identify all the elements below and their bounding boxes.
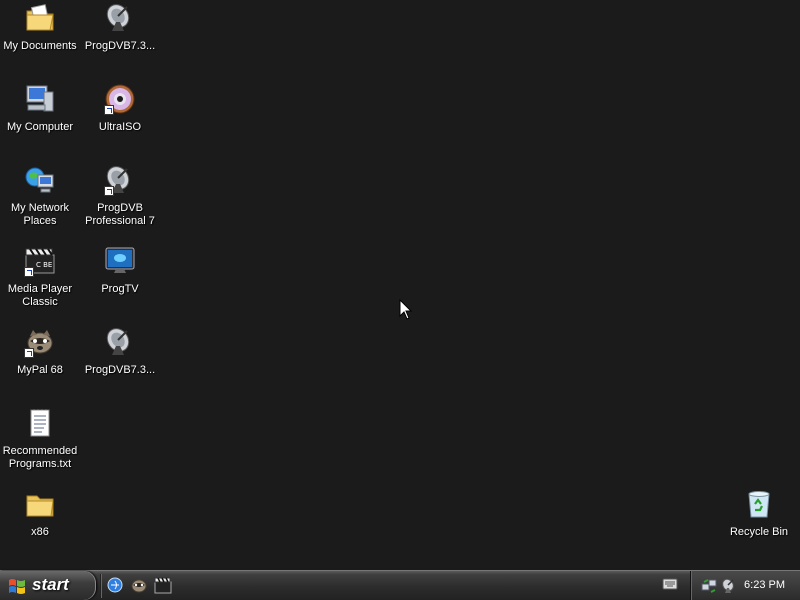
start-button[interactable]: start — [0, 571, 96, 600]
desktop-icon-mypal-68[interactable]: MyPal 68 — [0, 326, 80, 398]
text-file-icon — [30, 409, 50, 437]
desktop-icon-recommended-programs[interactable]: Recommended Programs.txt — [0, 407, 80, 479]
windows-flag-icon — [9, 579, 25, 594]
desktop-icon-ultraiso[interactable]: UltraISO — [80, 83, 160, 155]
computer-icon — [26, 85, 54, 112]
desktop-icon-media-player-classic[interactable]: C BE Media Player Classic — [0, 245, 80, 317]
shortcut-arrow-icon — [24, 348, 34, 358]
icon-label: My Documents — [3, 40, 77, 52]
icon-label: Media Player Classic — [7, 283, 73, 308]
clock[interactable]: 6:23 PM — [744, 579, 785, 591]
shortcut-arrow-icon — [104, 105, 114, 115]
desktop: My Documents My Computer My Network Plac… — [0, 0, 800, 570]
start-label: start — [32, 575, 69, 594]
keyboard-icon[interactable] — [662, 577, 678, 591]
taskbar-separator — [100, 574, 102, 598]
my-documents-folder-icon — [26, 4, 54, 31]
shortcut-arrow-icon — [104, 186, 114, 196]
desktop-icon-my-documents[interactable]: My Documents — [0, 2, 80, 74]
raccoon-icon[interactable] — [130, 576, 148, 594]
network-connection-icon[interactable] — [701, 578, 717, 594]
icon-label: ProgTV — [101, 283, 139, 295]
desktop-icon-progdvb-2[interactable]: ProgDVB7.3... — [80, 326, 160, 398]
desktop-icon-progtv[interactable]: ProgTV — [80, 245, 160, 317]
taskbar: start 6:23 PM — [0, 570, 800, 600]
icon-label: ProgDVB7.3... — [84, 364, 156, 376]
mouse-cursor-icon — [399, 299, 413, 320]
desktop-icon-x86[interactable]: x86 — [0, 488, 80, 560]
shortcut-arrow-icon — [24, 267, 34, 277]
desktop-icon-progdvb-1[interactable]: ProgDVB7.3... — [80, 2, 160, 74]
desktop-icon-progdvb-professional[interactable]: ProgDVB Professional 7 — [80, 164, 160, 236]
desktop-icon-my-network-places[interactable]: My Network Places — [0, 164, 80, 236]
icon-label: Recycle Bin — [729, 526, 789, 538]
system-tray: 6:23 PM — [690, 571, 800, 600]
desktop-icon-recycle-bin[interactable]: Recycle Bin — [719, 488, 799, 560]
icon-label: ProgDVB Professional 7 — [85, 202, 155, 227]
desktop-icon-my-computer[interactable]: My Computer — [0, 83, 80, 155]
icon-label: Recommended Programs.txt — [2, 445, 78, 470]
recycle-bin-icon — [748, 491, 770, 518]
icon-label: My Computer — [6, 121, 74, 133]
satellite-dish-icon — [106, 328, 130, 355]
clapperboard-icon[interactable] — [154, 576, 172, 594]
network-globe-icon — [25, 167, 54, 193]
icon-label: x86 — [31, 526, 49, 538]
satellite-dish-icon — [106, 4, 130, 31]
browser-icon[interactable] — [106, 576, 124, 594]
svg-text:C BE: C BE — [36, 261, 52, 269]
monitor-icon — [105, 247, 135, 273]
folder-icon — [26, 495, 54, 517]
icon-label: MyPal 68 — [17, 364, 63, 376]
icon-label: My Network Places — [10, 202, 70, 227]
icon-label: UltraISO — [98, 121, 142, 133]
icon-label: ProgDVB7.3... — [84, 40, 156, 52]
satellite-dish-icon[interactable] — [721, 578, 737, 594]
